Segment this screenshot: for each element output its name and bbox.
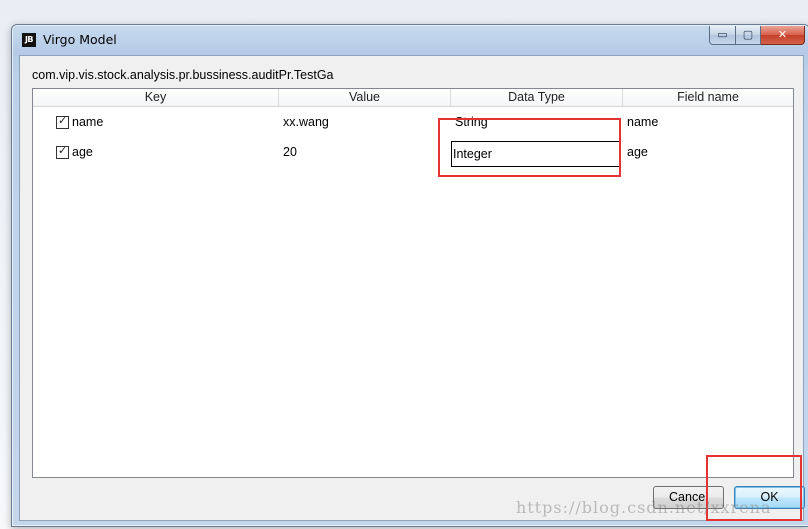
data-type-cell[interactable]: String <box>455 110 488 134</box>
row-checkbox[interactable]: ✓ <box>56 144 69 159</box>
column-header-value[interactable]: Value <box>279 89 451 106</box>
field-name-cell[interactable]: name <box>627 110 658 134</box>
column-header-key[interactable]: Key <box>33 89 279 106</box>
row-checkbox[interactable]: ✓ <box>56 114 69 129</box>
field-name-cell[interactable]: age <box>627 140 648 164</box>
table-row[interactable]: ✓ name xx.wang String name <box>33 110 793 134</box>
table-row[interactable]: ✓ age 20 age <box>33 140 793 167</box>
column-header-data-type[interactable]: Data Type <box>451 89 623 106</box>
caption-buttons: ▭ ▢ ✕ <box>709 26 805 45</box>
checkmark-icon: ✓ <box>58 144 68 157</box>
key-cell: name <box>72 115 104 129</box>
data-type-edit-input[interactable] <box>451 141 621 167</box>
maximize-button[interactable]: ▢ <box>736 26 761 45</box>
class-path-label: com.vip.vis.stock.analysis.pr.bussiness.… <box>32 68 334 82</box>
close-button[interactable]: ✕ <box>761 26 805 45</box>
cancel-button[interactable]: Cancel <box>653 486 724 509</box>
ok-button[interactable]: OK <box>734 486 805 509</box>
value-cell[interactable]: 20 <box>283 140 297 164</box>
title-bar[interactable]: JB Virgo Model ▭ ▢ ✕ <box>12 25 808 55</box>
column-header-field-name[interactable]: Field name <box>623 89 793 106</box>
checkmark-icon: ✓ <box>58 114 68 127</box>
dialog-window: JB Virgo Model ▭ ▢ ✕ com.vip.vis.stock.a… <box>11 24 808 527</box>
key-cell: age <box>72 145 93 159</box>
value-cell[interactable]: xx.wang <box>283 110 329 134</box>
table-header: Key Value Data Type Field name <box>33 89 793 107</box>
fields-table: Key Value Data Type Field name ✓ name xx… <box>32 88 794 478</box>
minimize-button[interactable]: ▭ <box>709 26 736 45</box>
dialog-content: com.vip.vis.stock.analysis.pr.bussiness.… <box>19 55 805 521</box>
window-title: Virgo Model <box>43 32 117 47</box>
jetbrains-app-icon: JB <box>22 33 36 47</box>
